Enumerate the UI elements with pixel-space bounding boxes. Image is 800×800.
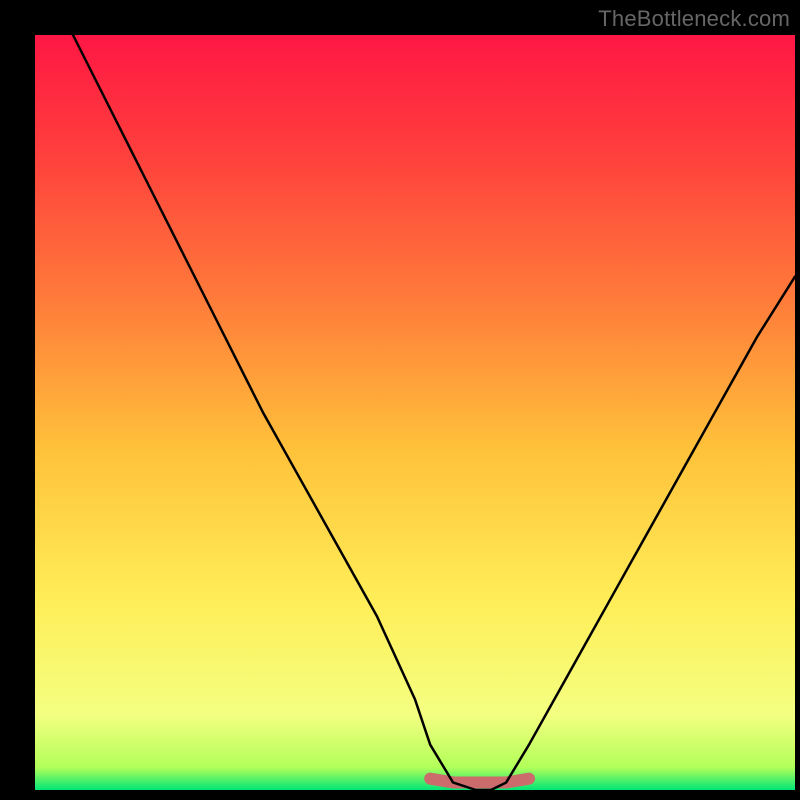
gradient-background: [35, 35, 795, 790]
bottleneck-chart: [0, 0, 800, 800]
watermark-text: TheBottleneck.com: [598, 6, 790, 32]
chart-stage: TheBottleneck.com: [0, 0, 800, 800]
optimal-flat-segment: [430, 779, 529, 783]
